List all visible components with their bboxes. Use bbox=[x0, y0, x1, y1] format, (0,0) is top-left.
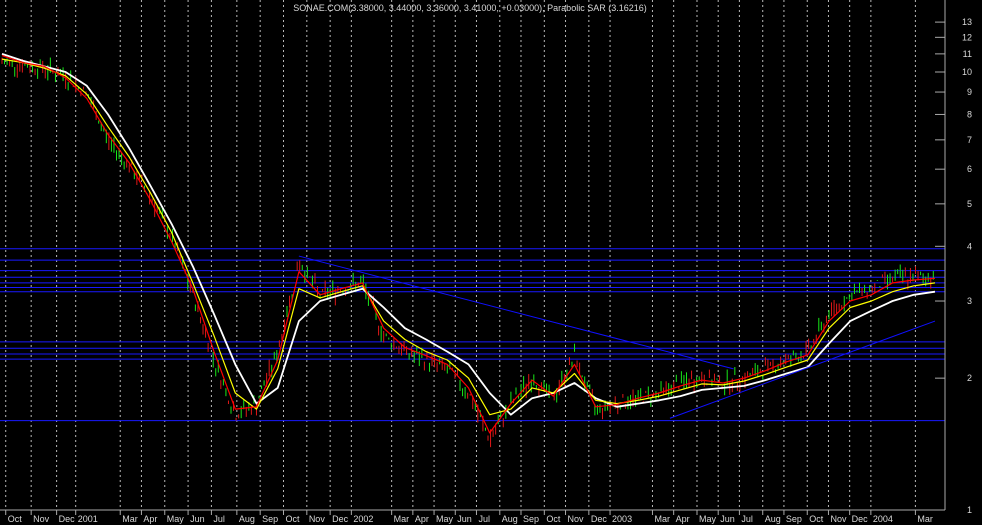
x-tick-label: Mar bbox=[394, 514, 410, 524]
x-tick-label: Sep bbox=[523, 514, 539, 524]
x-tick-label: Nov bbox=[309, 514, 326, 524]
y-tick-label: 12 bbox=[962, 32, 972, 42]
x-tick-label: Jul bbox=[741, 514, 753, 524]
y-tick-label: 11 bbox=[963, 49, 972, 59]
y-tick-label: 4 bbox=[967, 241, 972, 251]
y-tick-label: 2 bbox=[967, 373, 972, 383]
x-tick-label: Apr bbox=[415, 514, 429, 524]
x-tick-label: 2001 bbox=[78, 514, 98, 524]
y-tick-label: 9 bbox=[967, 87, 972, 97]
x-tick-label: Aug bbox=[765, 514, 781, 524]
x-tick-label: Dec bbox=[591, 514, 608, 524]
x-tick-label: Aug bbox=[502, 514, 518, 524]
y-tick-label: 6 bbox=[967, 164, 972, 174]
x-tick-label: Mar bbox=[122, 514, 138, 524]
x-tick-label: 2002 bbox=[353, 514, 373, 524]
y-tick-label: 7 bbox=[967, 135, 972, 145]
y-tick-label: 13 bbox=[962, 17, 972, 27]
x-tick-label: May bbox=[167, 514, 185, 524]
y-tick-label: 10 bbox=[962, 67, 972, 77]
x-tick-label: Dec bbox=[852, 514, 869, 524]
x-tick-label: Dec bbox=[332, 514, 349, 524]
x-tick-label: Jun bbox=[720, 514, 735, 524]
x-tick-label: Nov bbox=[568, 514, 585, 524]
x-tick-label: Dec bbox=[59, 514, 76, 524]
x-tick-label: Mar bbox=[917, 514, 933, 524]
x-tick-label: Nov bbox=[33, 514, 50, 524]
x-tick-label: Mar bbox=[654, 514, 670, 524]
x-tick-label: Sep bbox=[262, 514, 278, 524]
x-tick-label: Oct bbox=[8, 514, 23, 524]
chart-canvas: SONAE.COM(3.38000, 3.44000, 3.36000, 3.4… bbox=[0, 0, 982, 525]
x-tick-label: Jul bbox=[213, 514, 225, 524]
x-tick-label: Jul bbox=[478, 514, 490, 524]
x-tick-label: Oct bbox=[809, 514, 824, 524]
x-tick-label: Nov bbox=[830, 514, 847, 524]
x-tick-label: Oct bbox=[286, 514, 301, 524]
x-tick-label: Jun bbox=[190, 514, 205, 524]
chart-title: SONAE.COM(3.38000, 3.44000, 3.36000, 3.4… bbox=[293, 3, 646, 13]
x-tick-label: May bbox=[436, 514, 454, 524]
x-tick-label: Sep bbox=[786, 514, 802, 524]
y-tick-label: 1 bbox=[967, 505, 972, 515]
x-tick-label: Aug bbox=[239, 514, 255, 524]
y-tick-label: 3 bbox=[967, 296, 972, 306]
x-tick-label: Apr bbox=[676, 514, 690, 524]
x-tick-label: 2003 bbox=[612, 514, 632, 524]
y-tick-label: 5 bbox=[967, 199, 972, 209]
x-tick-label: May bbox=[699, 514, 717, 524]
y-tick-label: 8 bbox=[967, 109, 972, 119]
x-tick-label: Jun bbox=[457, 514, 472, 524]
x-tick-label: Apr bbox=[143, 514, 157, 524]
x-tick-label: 2004 bbox=[873, 514, 893, 524]
x-tick-label: Oct bbox=[546, 514, 561, 524]
